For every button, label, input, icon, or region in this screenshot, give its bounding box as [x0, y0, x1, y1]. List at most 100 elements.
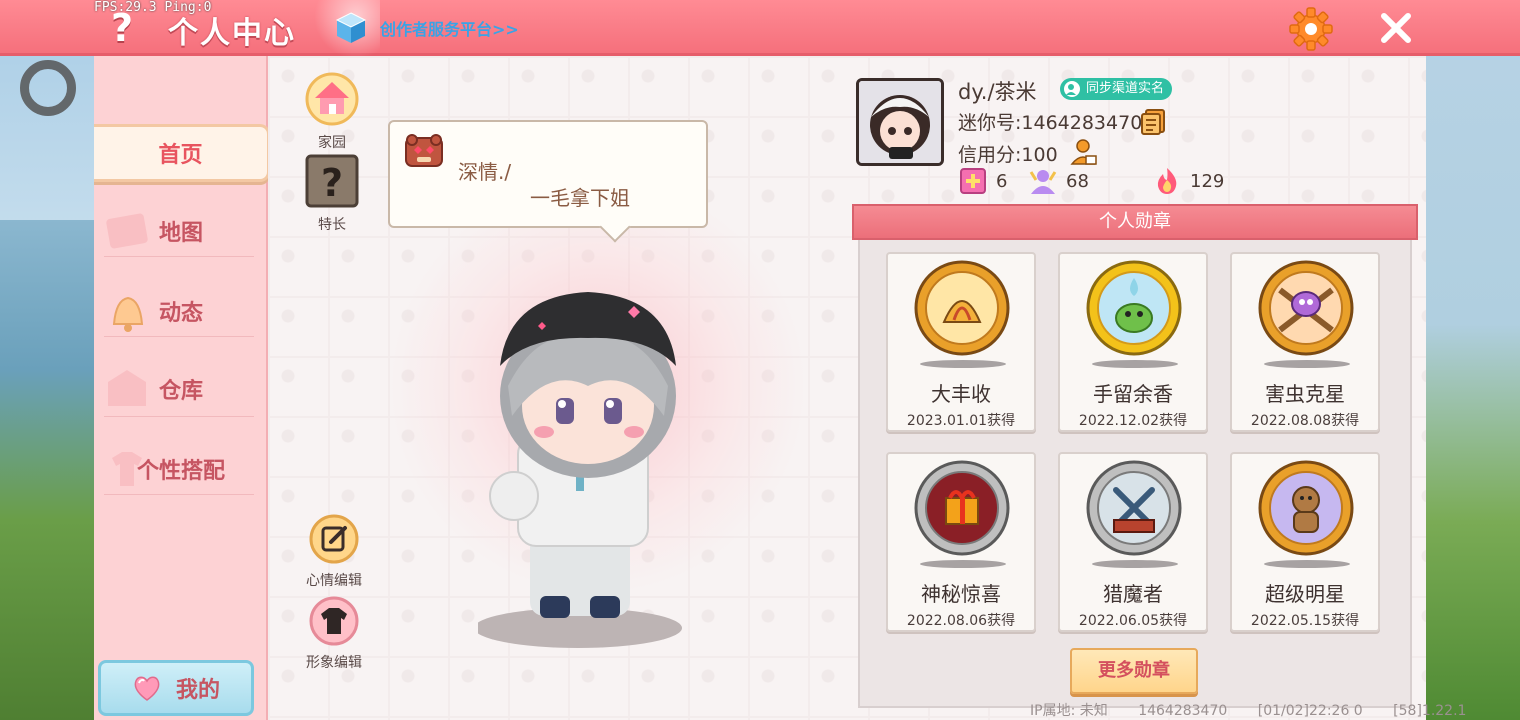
creator-link-label: 创作者服务平台>> — [380, 20, 519, 39]
ip-location: IP属地: 未知 — [1030, 703, 1108, 719]
look-edit-label: 形象编辑 — [306, 655, 362, 671]
left-nav: 首页 地图 动态 仓库 个性搭配 我的 — [94, 56, 270, 720]
player-avatar-3d[interactable] — [478, 286, 698, 656]
medal-shadow — [1264, 560, 1350, 568]
medal-date: 2022.12.02获得 — [1078, 413, 1188, 429]
nav-item-label: 首页 — [158, 143, 203, 168]
bell-icon — [112, 296, 144, 332]
nav-item-warehouse[interactable]: 仓库 — [94, 360, 268, 418]
creator-platform-link[interactable]: 创作者服务平台>> — [334, 8, 519, 48]
medal-card[interactable]: 害虫克星 2022.08.08获得 — [1230, 252, 1380, 432]
level-stat: 6 — [958, 166, 1007, 196]
demon-hunter-medal-icon — [1086, 460, 1182, 556]
nav-item-map[interactable]: 地图 — [94, 202, 268, 260]
medal-section-title: 个人勋章 — [852, 204, 1418, 240]
nav-item-label: 仓库 — [158, 379, 203, 404]
harvest-medal-icon — [914, 260, 1010, 356]
medal-card[interactable]: 超级明星 2022.05.15获得 — [1230, 452, 1380, 632]
medal-date: 2022.08.08获得 — [1250, 413, 1360, 429]
medal-shadow — [920, 360, 1006, 368]
medal-name: 超级明星 — [1265, 582, 1345, 606]
nav-item-label: 个性搭配 — [136, 459, 225, 484]
popularity-icon — [1029, 170, 1057, 194]
medal-name: 大丰收 — [931, 382, 991, 406]
medal-date: 2023.01.01获得 — [906, 413, 1016, 429]
medal-date: 2022.06.05获得 — [1078, 613, 1188, 629]
mystery-surprise-medal-icon — [914, 460, 1010, 556]
heat-value: 129 — [1190, 170, 1225, 192]
mood-edit-label: 心情编辑 — [306, 573, 362, 589]
bear-emoji-icon — [405, 134, 443, 167]
close-icon[interactable] — [1374, 6, 1418, 50]
person-check-icon — [1064, 81, 1080, 97]
superstar-medal-icon — [1258, 460, 1354, 556]
footer-uid: 1464283470 — [1138, 703, 1228, 719]
home-button[interactable]: 家园 — [302, 72, 362, 152]
pest-buster-medal-icon — [1258, 260, 1354, 356]
look-edit-button[interactable]: 形象编辑 — [304, 596, 364, 672]
mood-line-1: 深情./ — [458, 160, 512, 184]
talent-label: 特长 — [318, 217, 346, 233]
medal-name: 猎魔者 — [1103, 582, 1163, 606]
medal-shadow — [920, 560, 1006, 568]
popularity-stat: 68 — [1028, 166, 1089, 196]
flame-icon — [1157, 168, 1177, 194]
footer-time: [01/02]22:26 0 — [1257, 703, 1363, 719]
profile-main-panel: 家园 ? 特长 心情编辑 形象编辑 深情./ 一毛拿下姐 dy./茶米 同步渠道… — [268, 56, 1426, 720]
nav-item-label: 地图 — [158, 221, 203, 246]
mystery-box-icon: ? — [305, 154, 359, 208]
heat-stat: 129 — [1152, 166, 1224, 196]
mine-button[interactable]: 我的 — [98, 660, 254, 716]
top-bar: ? 个人中心 创作者服务平台>> — [0, 0, 1520, 56]
medal-date: 2022.08.06获得 — [906, 613, 1016, 629]
fragrance-medal-icon — [1086, 260, 1182, 356]
level-badge-icon — [960, 168, 986, 194]
nav-item-feed[interactable]: 动态 — [94, 282, 268, 340]
medal-card[interactable]: 手留余香 2022.12.02获得 — [1058, 252, 1208, 432]
medal-card[interactable]: 猎魔者 2022.06.05获得 — [1058, 452, 1208, 632]
house-icon — [305, 72, 359, 126]
profile-name: dy./茶米 — [958, 80, 1037, 104]
more-medals-button[interactable]: 更多勋章 — [1070, 648, 1198, 694]
mine-button-label: 我的 — [175, 678, 220, 703]
nav-item-label: 动态 — [158, 301, 203, 326]
popularity-value: 68 — [1066, 170, 1089, 192]
nav-item-home[interactable]: 首页 — [94, 124, 270, 182]
home-label: 家园 — [318, 135, 346, 151]
medal-shadow — [1092, 360, 1178, 368]
shirt-icon — [309, 596, 359, 646]
nav-item-outfit[interactable]: 个性搭配 — [94, 440, 268, 498]
medal-date: 2022.05.15获得 — [1250, 613, 1360, 629]
credit-person-icon[interactable] — [1070, 138, 1098, 166]
gear-icon[interactable] — [1288, 6, 1334, 52]
talent-button[interactable]: ? 特长 — [302, 154, 362, 234]
medal-shadow — [1092, 560, 1178, 568]
medal-name: 手留余香 — [1093, 382, 1173, 406]
credit-score: 信用分:100 — [958, 144, 1058, 166]
sync-realname-badge[interactable]: 同步渠道实名 — [1060, 78, 1173, 100]
profile-avatar[interactable] — [856, 78, 944, 166]
fps-readout: FPS:29.3 Ping:0 — [94, 0, 212, 15]
cube-icon — [335, 12, 367, 43]
footer-version: [58]1.22.1 — [1393, 703, 1467, 719]
medal-card[interactable]: 大丰收 2023.01.01获得 — [886, 252, 1036, 432]
map-icon — [106, 213, 148, 249]
level-value: 6 — [996, 170, 1008, 192]
sync-badge-label: 同步渠道实名 — [1086, 81, 1165, 96]
mood-line-2: 一毛拿下姐 — [530, 186, 630, 210]
record-button[interactable] — [20, 60, 76, 116]
edit-icon — [309, 514, 359, 564]
medal-card[interactable]: 神秘惊喜 2022.08.06获得 — [886, 452, 1036, 632]
medal-name: 神秘惊喜 — [921, 582, 1001, 606]
mood-edit-button[interactable]: 心情编辑 — [304, 514, 364, 590]
mini-id: 迷你号:1464283470 — [958, 112, 1143, 134]
talent-glyph: ? — [321, 161, 343, 205]
medal-name: 害虫克星 — [1265, 382, 1345, 406]
background-terrain-right — [1420, 60, 1520, 720]
medal-shadow — [1264, 360, 1350, 368]
heart-icon — [134, 676, 160, 701]
footer-info: IP属地: 未知 1464283470 [01/02]22:26 0 [58]1… — [1030, 700, 1492, 720]
copy-icon[interactable] — [1140, 108, 1166, 136]
avatar-portrait-icon — [859, 81, 941, 163]
mood-bubble[interactable]: 深情./ 一毛拿下姐 — [388, 120, 708, 228]
